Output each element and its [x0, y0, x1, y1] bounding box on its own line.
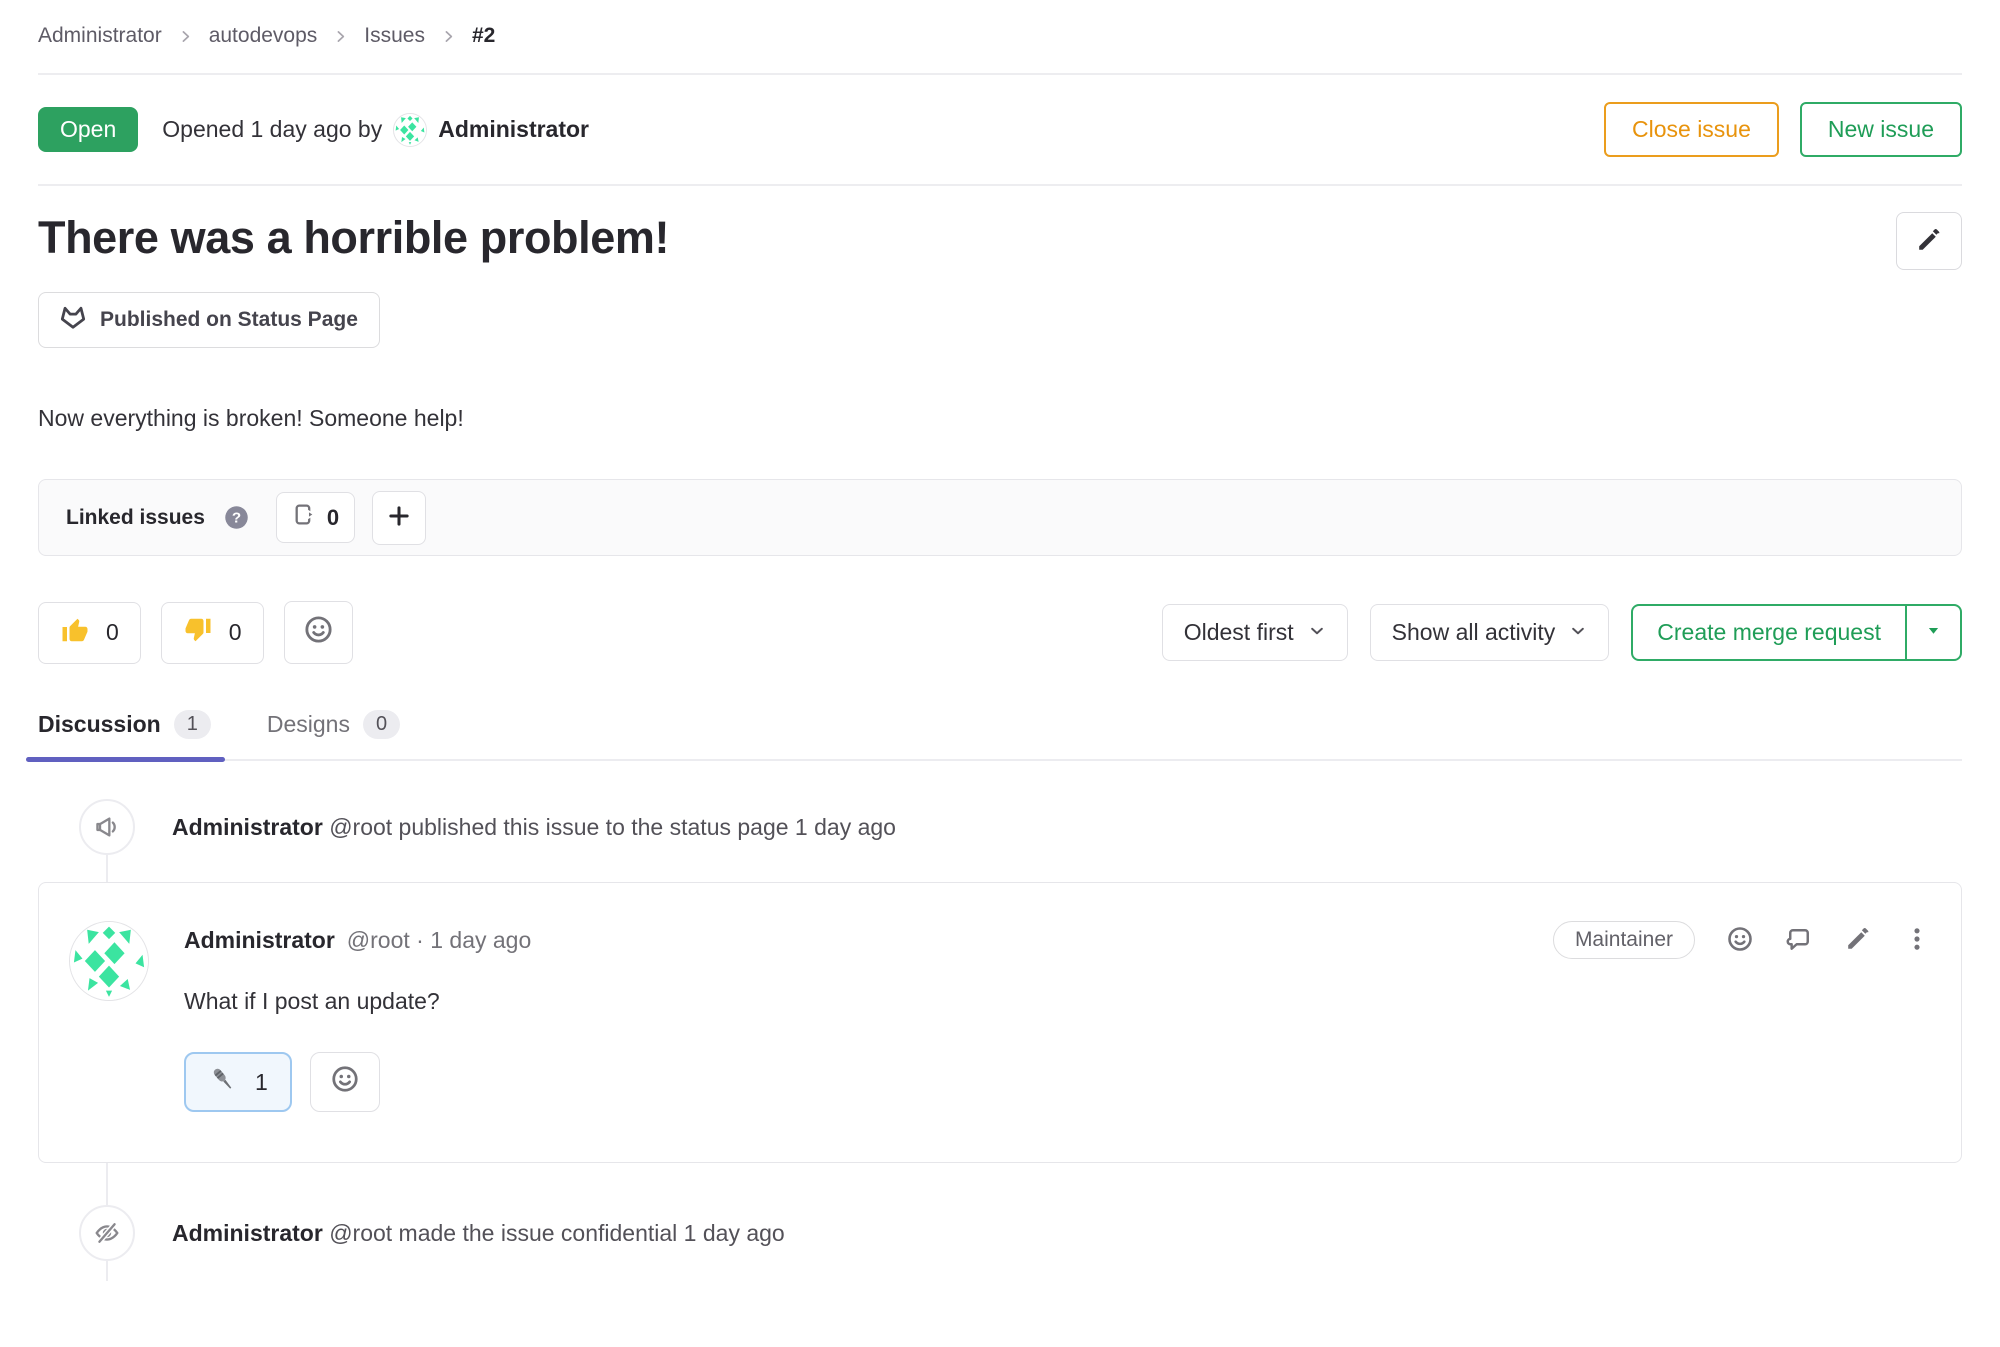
linked-issues-count-chip: 0: [276, 492, 355, 543]
system-note-text: Administrator @root made the issue confi…: [172, 1220, 785, 1247]
status-page-badge-label: Published on Status Page: [100, 308, 358, 332]
eye-slash-icon: [79, 1205, 135, 1261]
thumbs-down-count: 0: [229, 619, 242, 646]
discussion-timeline: Administrator @root published this issue…: [38, 799, 1962, 1261]
thumbs-down-button[interactable]: 0: [161, 602, 264, 664]
smiley-plus-icon: [330, 1064, 360, 1100]
sort-dropdown[interactable]: Oldest first: [1162, 604, 1348, 661]
system-note-body: @root published this issue to the status…: [329, 814, 896, 840]
avatar[interactable]: [393, 113, 427, 147]
chevron-right-icon: [177, 28, 194, 45]
smiley-icon: [1726, 925, 1754, 956]
microphone-emoji: [208, 1064, 238, 1100]
tanuki-icon: [60, 304, 86, 336]
thumbs-down-emoji: [183, 615, 213, 651]
status-badge: Open: [38, 107, 138, 152]
comment-add-reaction-button[interactable]: [1726, 925, 1754, 956]
plus-icon: [386, 503, 412, 532]
activity-filter-dropdown[interactable]: Show all activity: [1370, 604, 1610, 661]
help-icon[interactable]: ?: [223, 504, 250, 531]
svg-text:?: ?: [232, 510, 241, 527]
author-link[interactable]: Administrator: [172, 1220, 323, 1246]
opened-text: Opened 1 day ago by: [162, 116, 382, 143]
chevron-down-icon: [1569, 619, 1587, 646]
comment-author-link[interactable]: Administrator: [184, 927, 335, 954]
linked-issues-count: 0: [327, 505, 339, 531]
issue-type-icon: [292, 502, 317, 533]
chevron-right-icon: [440, 28, 457, 45]
new-issue-button[interactable]: New issue: [1800, 102, 1962, 157]
tab-discussion[interactable]: Discussion 1: [38, 710, 211, 759]
breadcrumb-item-issues[interactable]: Issues: [364, 24, 425, 48]
breadcrumb-item-administrator[interactable]: Administrator: [38, 24, 162, 48]
activity-filter-label: Show all activity: [1392, 619, 1556, 646]
linked-issues-label: Linked issues: [66, 506, 205, 530]
pencil-icon: [1915, 226, 1943, 257]
comment-bubble-icon: [1785, 925, 1813, 956]
linked-issues-section: Linked issues ? 0: [38, 479, 1962, 556]
divider: [38, 184, 1962, 186]
thumbs-up-button[interactable]: 0: [38, 602, 141, 664]
tab-designs-count: 0: [363, 710, 400, 739]
comment-add-reaction-button-2[interactable]: [310, 1052, 380, 1112]
avatar[interactable]: [69, 921, 149, 1001]
author-link[interactable]: Administrator: [438, 116, 589, 143]
create-merge-request-split-button: Create merge request: [1631, 604, 1962, 661]
add-linked-issue-button[interactable]: [372, 491, 426, 545]
issue-status-bar: Open Opened 1 day ago by Administrator C…: [38, 75, 1962, 184]
breadcrumb-item-issue-number: #2: [472, 24, 495, 48]
comment-reactions: 1: [184, 1052, 1931, 1112]
microphone-reaction-button[interactable]: 1: [184, 1052, 292, 1112]
system-note-published: Administrator @root published this issue…: [38, 799, 1962, 855]
thumbs-up-emoji: [60, 615, 90, 651]
pencil-icon: [1844, 925, 1872, 956]
discussion-tabs: Discussion 1 Designs 0: [38, 710, 1962, 761]
edit-title-button[interactable]: [1896, 212, 1962, 270]
more-actions-button[interactable]: [1903, 925, 1931, 956]
issue-page: Administrator autodevops Issues #2 Open …: [0, 0, 2000, 1261]
sort-dropdown-label: Oldest first: [1184, 619, 1294, 646]
issue-description: Now everything is broken! Someone help!: [38, 405, 1962, 432]
system-note-text: Administrator @root published this issue…: [172, 814, 896, 841]
tab-designs[interactable]: Designs 0: [267, 710, 400, 759]
thumbs-up-count: 0: [106, 619, 119, 646]
author-link[interactable]: Administrator: [172, 814, 323, 840]
comment-body: What if I post an update?: [184, 988, 1931, 1015]
role-badge: Maintainer: [1553, 921, 1695, 959]
comment-meta: @root · 1 day ago: [347, 927, 531, 954]
awards-toolbar: 0 0 Oldest first Show all activity Creat…: [38, 601, 1962, 664]
caret-down-icon: [1925, 622, 1942, 644]
system-note-confidential: Administrator @root made the issue confi…: [38, 1205, 1962, 1261]
tab-designs-label: Designs: [267, 711, 350, 738]
edit-comment-button[interactable]: [1844, 925, 1872, 956]
tab-discussion-count: 1: [174, 710, 211, 739]
opened-meta: Opened 1 day ago by Administrator: [162, 113, 589, 147]
create-merge-request-button[interactable]: Create merge request: [1633, 606, 1905, 659]
create-merge-request-caret[interactable]: [1905, 606, 1960, 659]
kebab-menu-icon: [1903, 925, 1931, 956]
chevron-down-icon: [1308, 619, 1326, 646]
comment-header: Administrator @root · 1 day ago Maintain…: [184, 921, 1931, 959]
page-title: There was a horrible problem!: [38, 212, 669, 264]
chevron-right-icon: [332, 28, 349, 45]
comment-card: Administrator @root · 1 day ago Maintain…: [38, 882, 1962, 1163]
breadcrumb-item-autodevops[interactable]: autodevops: [209, 24, 318, 48]
smiley-plus-icon: [303, 614, 334, 651]
close-issue-button[interactable]: Close issue: [1604, 102, 1779, 157]
system-note-body: @root made the issue confidential 1 day …: [329, 1220, 785, 1246]
megaphone-icon: [79, 799, 135, 855]
status-page-badge: Published on Status Page: [38, 292, 380, 348]
add-reaction-button[interactable]: [284, 601, 353, 664]
tab-discussion-label: Discussion: [38, 711, 161, 738]
breadcrumb: Administrator autodevops Issues #2: [38, 0, 1962, 48]
microphone-reaction-count: 1: [255, 1069, 268, 1096]
reply-in-thread-button[interactable]: [1785, 925, 1813, 956]
